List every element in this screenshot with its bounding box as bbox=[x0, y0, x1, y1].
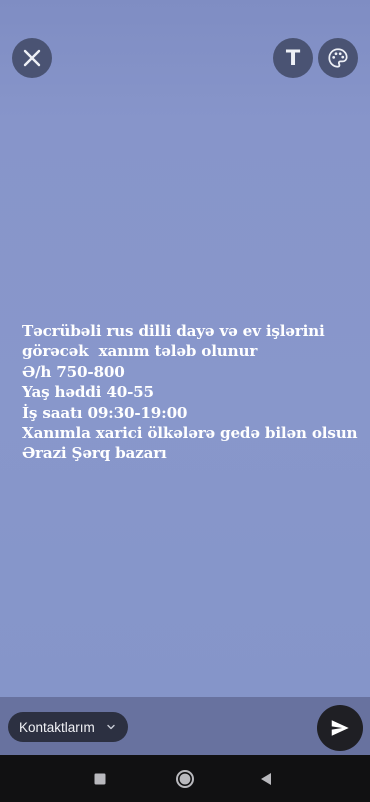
close-icon bbox=[23, 49, 41, 67]
home-button[interactable] bbox=[165, 755, 205, 802]
home-icon bbox=[176, 769, 194, 788]
story-line: İş saatı 09:30-19:00 bbox=[22, 403, 188, 422]
story-text[interactable]: Təcrübəli rus dilli dayə və ev işlərini … bbox=[22, 321, 358, 464]
text-tool-icon: T bbox=[285, 45, 301, 70]
story-line: Xanımla xarici ölkələrə gedə bilən olsun bbox=[22, 424, 358, 443]
chevron-down-icon bbox=[107, 724, 115, 730]
story-line: görəcək xanım tələb olunur bbox=[22, 342, 258, 361]
palette-icon bbox=[328, 48, 348, 68]
text-tool-button[interactable]: T bbox=[273, 38, 313, 78]
send-button[interactable] bbox=[317, 705, 363, 751]
color-palette-button[interactable] bbox=[318, 38, 358, 78]
story-line: Ərazi Şərq bazarı bbox=[22, 444, 167, 463]
back-button[interactable] bbox=[246, 755, 286, 802]
system-navigation-bar bbox=[0, 755, 370, 802]
close-button[interactable] bbox=[12, 38, 52, 78]
story-line: Təcrübəli rus dilli dayə və ev işlərini bbox=[22, 322, 325, 340]
back-icon bbox=[261, 772, 271, 785]
recent-apps-icon bbox=[94, 773, 106, 784]
audience-label: Kontaktlarım bbox=[19, 719, 95, 735]
send-icon bbox=[331, 720, 349, 736]
story-line: Ə/h 750-800 bbox=[22, 362, 125, 381]
story-line: Yaş həddi 40-55 bbox=[22, 383, 154, 402]
audience-selector[interactable]: Kontaktlarım bbox=[8, 712, 128, 742]
recent-apps-button[interactable] bbox=[80, 755, 120, 802]
